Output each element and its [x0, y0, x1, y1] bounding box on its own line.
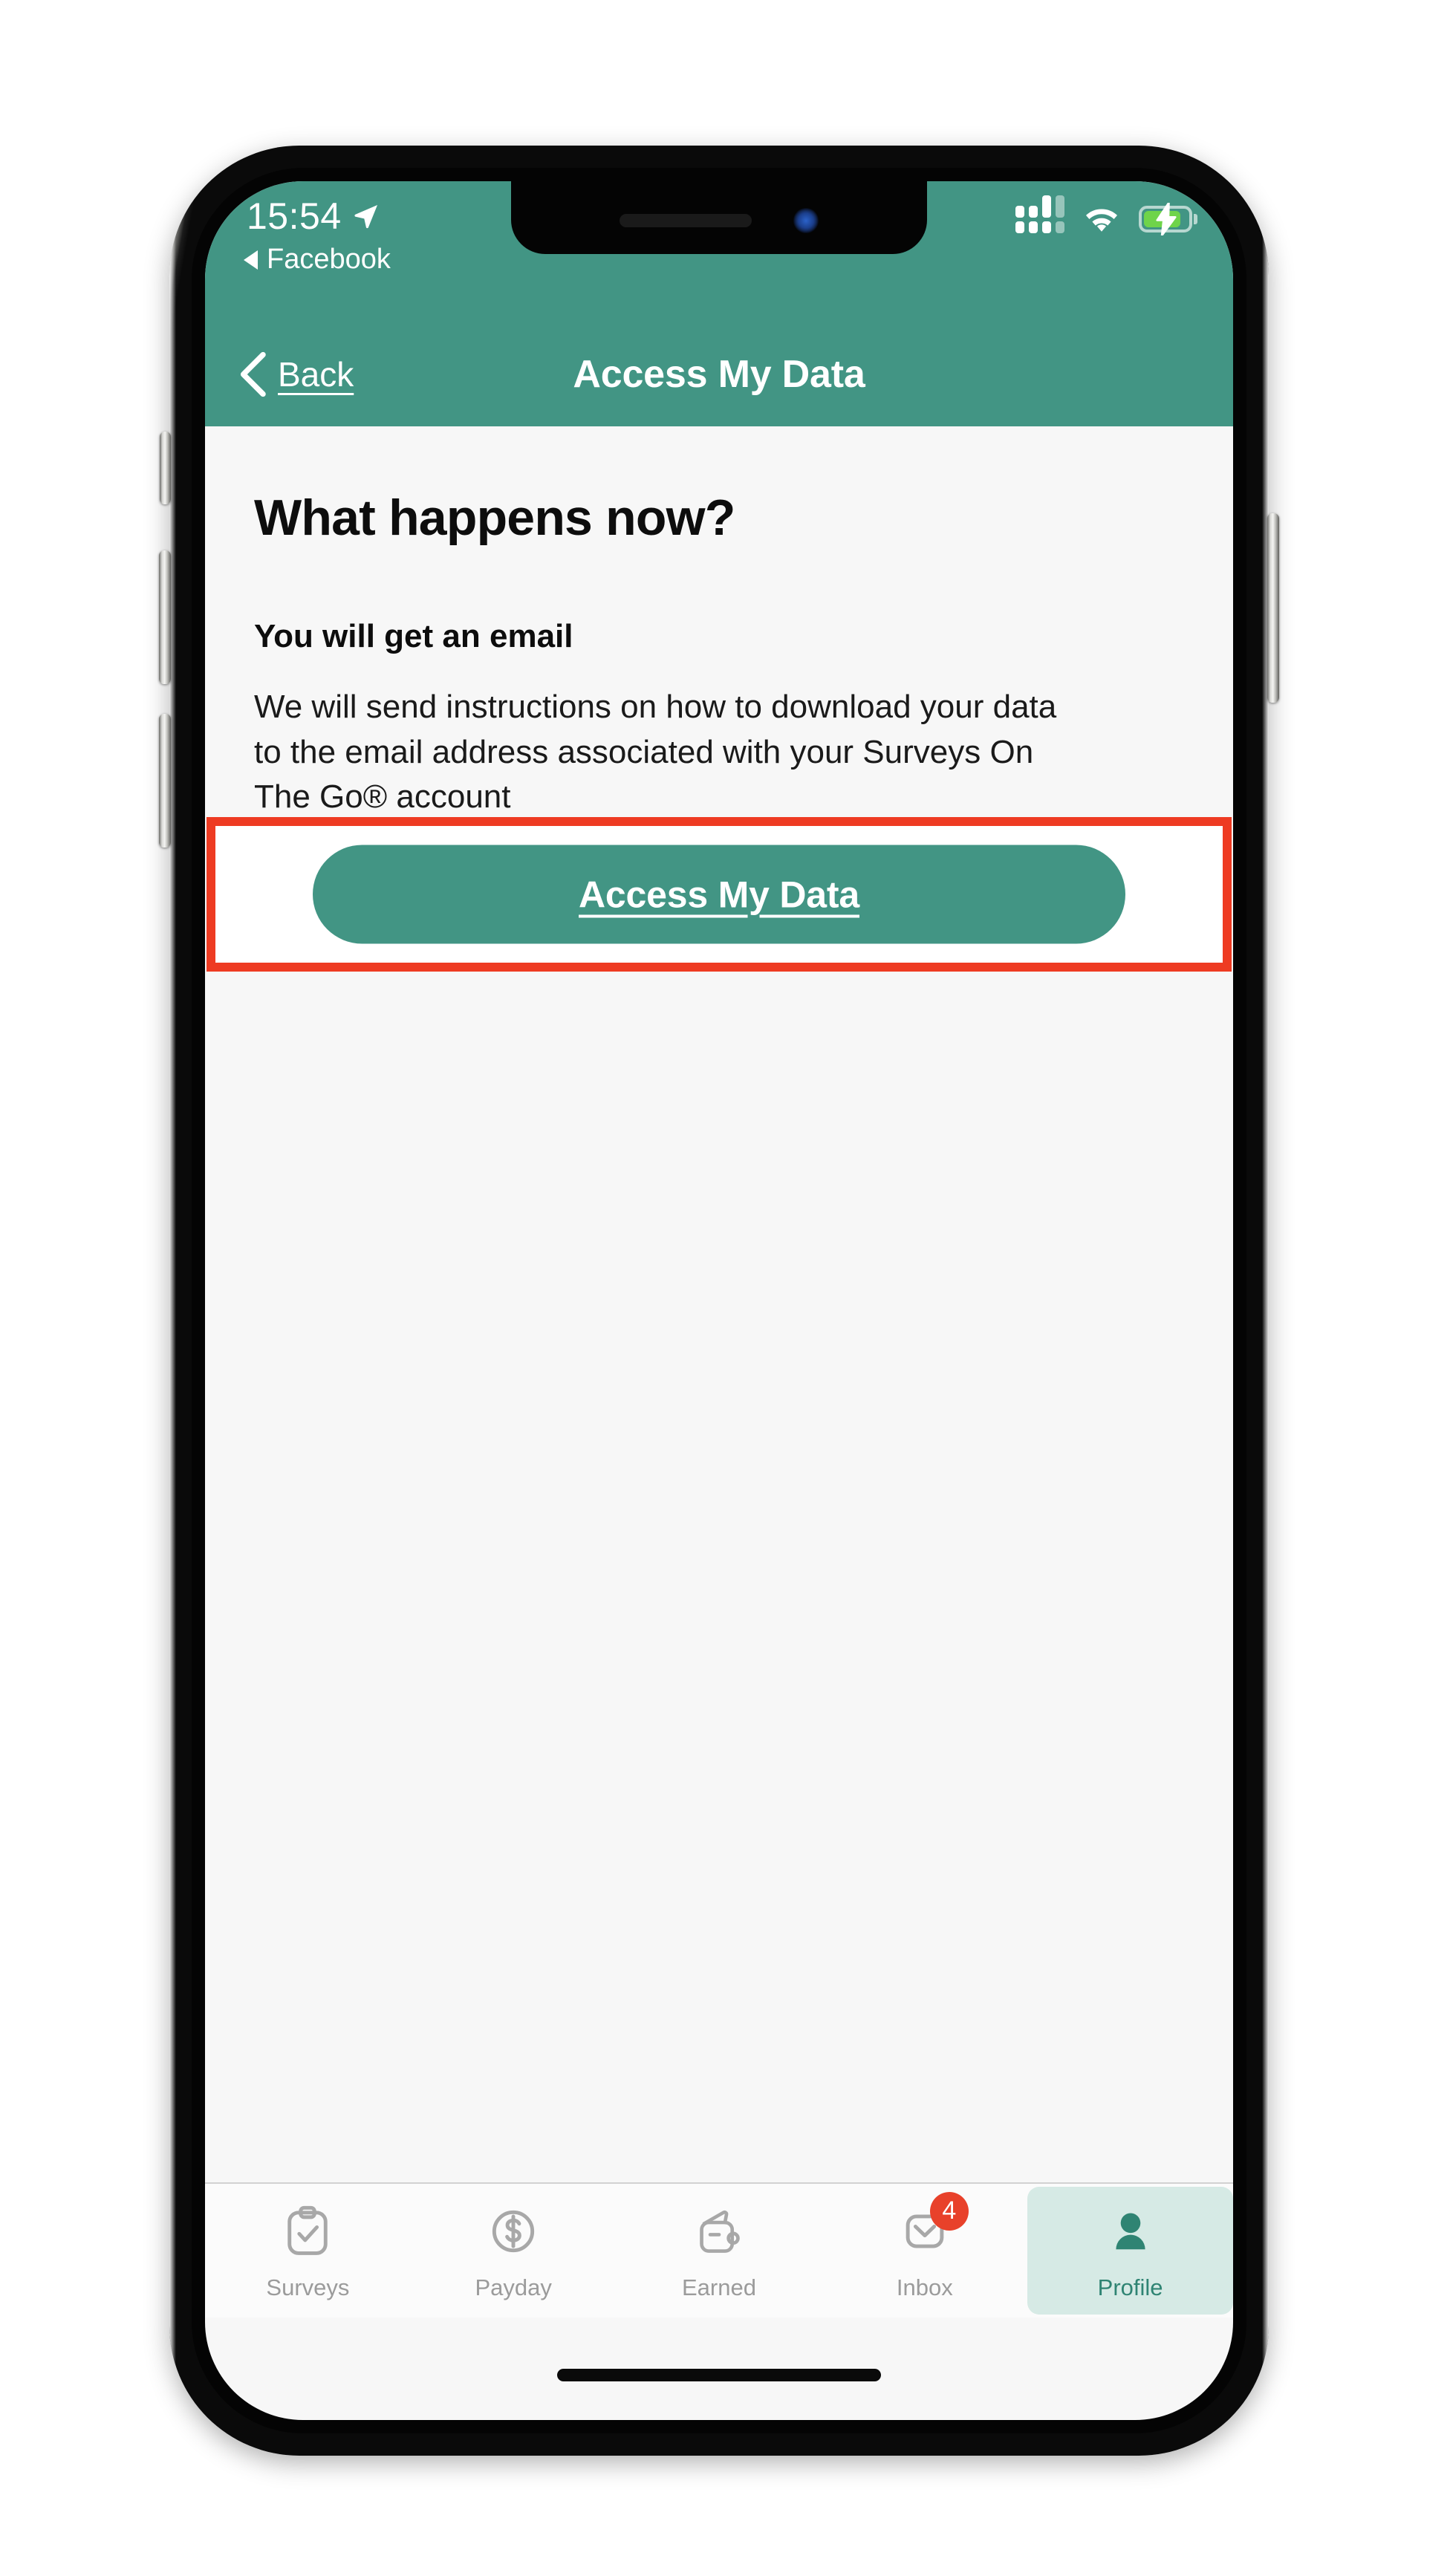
action-highlight-annotation: Access My Data [207, 817, 1232, 972]
tab-inbox[interactable]: 4 Inbox [822, 2184, 1027, 2318]
battery-charging-icon [1139, 203, 1197, 235]
tab-inbox-label: Inbox [896, 2274, 953, 2300]
wifi-icon [1086, 209, 1117, 232]
tab-surveys[interactable]: Surveys [205, 2184, 411, 2318]
mute-switch-button[interactable] [160, 432, 171, 504]
access-my-data-button[interactable]: Access My Data [313, 845, 1125, 944]
power-button[interactable] [1267, 513, 1279, 703]
tab-profile-label: Profile [1097, 2274, 1163, 2300]
clipboard-check-icon [285, 2205, 331, 2261]
back-button[interactable]: Back [238, 351, 354, 397]
tab-surveys-label: Surveys [266, 2274, 350, 2300]
bottom-tab-bar: Surveys Payday Earned 4 Inbox Profile [205, 2182, 1233, 2318]
navigation-header: Back Access My Data [205, 322, 1233, 426]
front-camera-icon [793, 208, 819, 233]
triangle-left-icon [244, 250, 258, 270]
content-body-text: We will send instructions on how to down… [254, 689, 1057, 816]
volume-down-button[interactable] [159, 714, 171, 848]
chevron-left-icon [240, 351, 266, 397]
location-arrow-icon [354, 204, 377, 229]
status-time-group: 15:54 [247, 195, 380, 238]
phone-screen: 15:54 Facebook Back Access My Data What … [205, 181, 1233, 2420]
status-clock: 15:54 [247, 195, 342, 237]
back-to-app-label: Facebook [267, 244, 391, 275]
phone-notch [511, 181, 927, 254]
page-title: Access My Data [573, 353, 865, 396]
cellular-signal-icon [1015, 195, 1064, 233]
person-icon [1108, 2205, 1154, 2261]
status-indicators-group [1015, 195, 1197, 235]
envelope-icon: 4 [902, 2191, 969, 2261]
lightning-bolt-icon [1156, 203, 1177, 235]
content-subheading: You will get an email [254, 618, 573, 654]
tab-payday-label: Payday [475, 2274, 552, 2300]
home-indicator[interactable] [557, 2369, 881, 2381]
screenshot-canvas: 15:54 Facebook Back Access My Data What … [0, 0, 1450, 2576]
phone-device-frame: 15:54 Facebook Back Access My Data What … [159, 146, 1279, 2456]
access-my-data-button-label: Access My Data [579, 874, 859, 915]
main-content: What happens now? You will get an email … [205, 426, 1233, 2236]
content-heading: What happens now? [254, 489, 735, 546]
tab-payday[interactable]: Payday [411, 2184, 617, 2318]
tab-earned-label: Earned [682, 2274, 756, 2300]
earpiece-speaker-icon [620, 214, 752, 227]
dollar-coin-icon [490, 2205, 536, 2261]
wallet-icon [696, 2205, 742, 2261]
back-button-label: Back [278, 355, 354, 394]
volume-up-button[interactable] [159, 550, 171, 684]
tab-profile[interactable]: Profile [1027, 2187, 1233, 2315]
tab-earned[interactable]: Earned [617, 2184, 822, 2318]
inbox-unread-badge: 4 [929, 2191, 969, 2231]
back-to-previous-app-link[interactable]: Facebook [244, 244, 391, 276]
